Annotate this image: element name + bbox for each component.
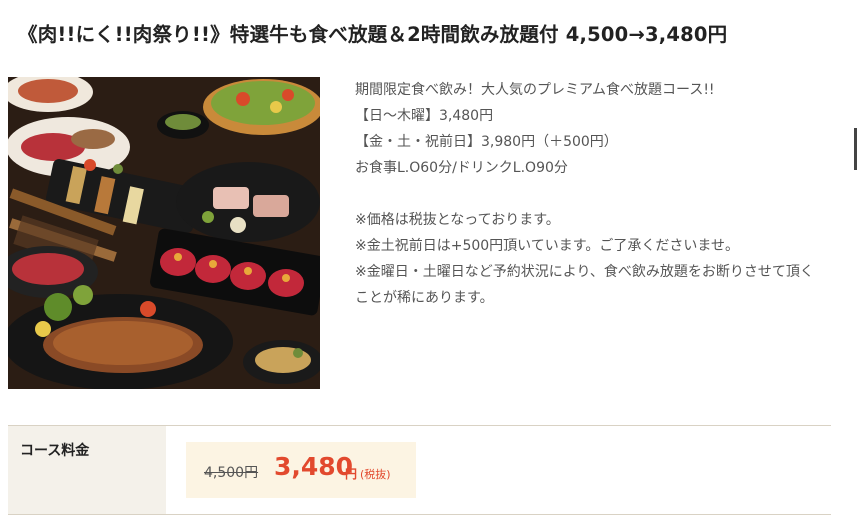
tax-note: (税抜)	[360, 468, 391, 481]
note-line: ※金土祝前日は+500円頂いています。ご了承くださいませ。	[355, 238, 739, 254]
description-line: 【日～木曜】3,480円	[355, 108, 494, 124]
note-line: ※金曜日・土曜日など予約状況により、食べ飲み放題をお断りさせて頂くことが稀にあり…	[355, 264, 814, 306]
price-label-cell: コース料金	[8, 426, 166, 514]
new-price: 3,480	[274, 452, 354, 481]
course-photo	[8, 77, 320, 389]
course-title: 《肉!!にく!!肉祭り!!》特選牛も食べ放題＆2時間飲み放題付 4,500→3,…	[18, 23, 728, 46]
description-line: お食事L.O60分/ドリンクL.O90分	[355, 160, 568, 176]
description-line: 【金・土・祝前日】3,980円（＋500円）	[355, 134, 618, 150]
price-table: コース料金 4,500円 3,480 円 (税抜)	[8, 425, 831, 515]
description-line: 期間限定食べ飲み！大人気のプレミアム食べ放題コース!!	[355, 82, 715, 98]
price-box: 4,500円 3,480 円 (税抜)	[186, 442, 416, 498]
price-unit: 円	[345, 467, 358, 481]
note-line: ※価格は税抜となっております。	[355, 212, 560, 228]
food-platter-illustration	[8, 77, 320, 389]
course-detail: 《肉!!にく!!肉祭り!!》特選牛も食べ放題＆2時間飲み放題付 4,500→3,…	[0, 0, 858, 517]
description-spacer	[355, 181, 825, 207]
old-price: 4,500円	[204, 465, 259, 481]
course-description: 期間限定食べ飲み！大人気のプレミアム食べ放題コース!! 【日～木曜】3,480円…	[355, 77, 825, 311]
price-label: コース料金	[20, 443, 90, 459]
scrollbar-thumb[interactable]	[854, 128, 857, 170]
